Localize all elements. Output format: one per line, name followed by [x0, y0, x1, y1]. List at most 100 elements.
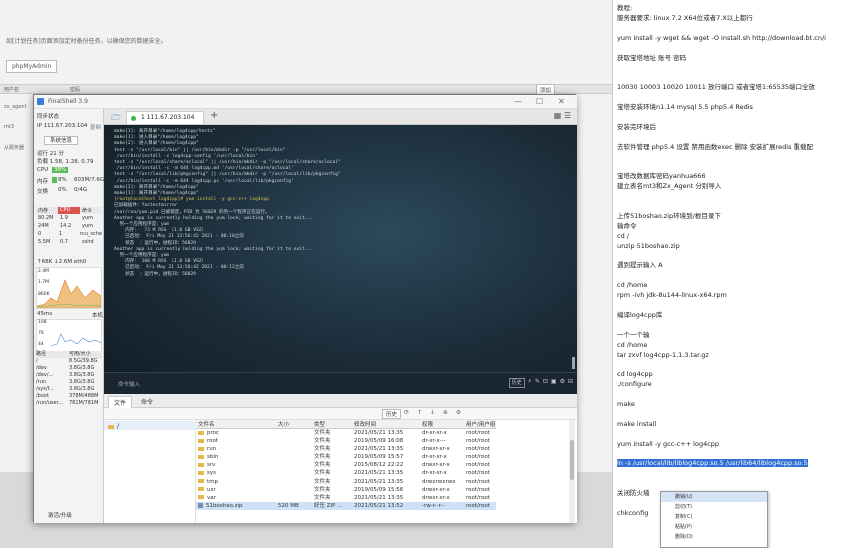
upgrade-link[interactable]: 激活/升级 [48, 511, 72, 519]
terminal-scrollbar[interactable] [572, 357, 575, 369]
terminal[interactable]: 命令输入 历史 ⚡ ✎ ⊡ ▣ ⚙ ⊟ make[1]: 离开目录"/home/… [104, 125, 577, 394]
note-line[interactable]: 遇到提示输入 A [617, 261, 663, 269]
file-row[interactable]: usr 文件夹 2019/05/09 15:56 drwxr-xr-x root/roo… [196, 486, 496, 494]
note-line[interactable]: 10030 10003 10020 10011 放行端口 或者宝塔1:65535… [617, 83, 815, 91]
col-size[interactable]: 大小 [276, 420, 312, 429]
note-line[interactable]: 宝塔改数据库密码yanhua666 [617, 172, 706, 180]
note-line[interactable]: chkconfig [617, 509, 648, 517]
file-row[interactable]: var 文件夹 2021/05/21 13:35 drwxr-xr-x root/roo… [196, 494, 496, 502]
file-row[interactable]: 51boshao.zip 520 MB 好压 ZIP ... 2021/05/21 1… [196, 501, 496, 510]
file-row[interactable]: sbin 文件夹 2019/05/09 15:57 dr-xr-xr-x root/ro… [196, 453, 496, 461]
menu-item-cut[interactable]: 剪切(T) [661, 502, 767, 512]
note-line[interactable]: 上传51boshao.zip环境到/根目录下 [617, 212, 721, 220]
minimize-icon[interactable]: — [514, 97, 522, 106]
note-line[interactable]: cd /home [617, 341, 647, 349]
system-info-button[interactable]: 系统信息 [44, 136, 78, 145]
tools-icon[interactable]: ✎ [535, 378, 540, 388]
flash-icon[interactable]: ⚡ [528, 378, 532, 388]
note-line[interactable]: 关闭防火墙 [617, 489, 650, 497]
col-perm[interactable]: 权限 [420, 420, 464, 429]
server-ip: IP 111.67.203.104 [37, 123, 88, 129]
copy-button[interactable]: 复制 [90, 123, 101, 131]
proc-col-cmd[interactable]: 命令 [80, 207, 102, 214]
file-cell: 文件夹 [314, 494, 331, 501]
note-line[interactable]: cd log4cpp [617, 370, 653, 378]
file-scroll-thumb[interactable] [570, 440, 574, 480]
folder-icon [198, 479, 204, 484]
file-cell [276, 477, 312, 485]
note-line[interactable]: 获取宝塔地址 账号 密码 [617, 54, 686, 62]
col-owner[interactable]: 用户/用户组 [464, 420, 496, 429]
note-line[interactable]: tar zxvf log4cpp-1.1.3.tar.gz [617, 351, 709, 359]
file-cell: 文件夹 [314, 486, 331, 493]
menu-item-delete[interactable]: 删除(D) [661, 532, 767, 542]
disk-table: 路径 可用/大小 /8.5G/39.8G /dev 3.8G/3.8G /dev/.… [36, 351, 102, 407]
file-toolbar-icons[interactable]: ⟳ ↑ ↓ ⊕ ⚙ [404, 409, 464, 416]
menu-item-copy[interactable]: 复制(C) [661, 512, 767, 522]
menu-item-undo[interactable]: 撤销(U) [661, 492, 767, 502]
file-cell: 2019/05/09 16:08 [354, 438, 404, 445]
add-tab-icon[interactable]: + [210, 110, 218, 121]
note-line[interactable]: 宝塔安装环境n1.14 mysql 5.5 php5.4 Redis [617, 103, 753, 111]
note-line[interactable]: cd / [617, 232, 629, 240]
file-list: 文件名 大小 类型 修改时间 权限 用户/用户组 proc 文件夹 2021/05/… [196, 420, 577, 523]
tab-files[interactable]: 文件 [108, 396, 133, 408]
menu-item-paste[interactable]: 粘贴(P) [661, 522, 767, 532]
maximize-icon[interactable]: ☐ [536, 97, 543, 106]
file-row[interactable]: sys 文件夹 2021/05/21 13:35 dr-xr-xr-x root/roo… [196, 469, 496, 477]
file-scrollbar[interactable] [569, 420, 575, 523]
file-cell: dr-xr-xr-x [422, 454, 447, 461]
tab-commands[interactable]: 命令 [136, 396, 158, 407]
note-line[interactable]: make install [617, 420, 656, 428]
swap-percent: 0% [58, 187, 67, 193]
history-button[interactable]: 历史 [508, 378, 525, 388]
screenshot-icon[interactable]: ▣ [551, 378, 557, 388]
tree-item-root[interactable]: / [108, 423, 119, 430]
selected-note-line[interactable]: ln -s /usr/local/lib/liblog4cpp.so.5 /us… [617, 459, 808, 468]
note-line[interactable]: unzip 51boshao.zip [617, 242, 680, 250]
file-cell: 文件夹 [314, 454, 331, 461]
collapse-icon[interactable]: ⊟ [568, 378, 573, 388]
note-line[interactable]: 教程: [617, 4, 632, 12]
col-modified[interactable]: 修改时间 [352, 420, 420, 429]
file-row[interactable]: srv 文件夹 2015/08/12 22:22 drwxr-xr-x root/roo… [196, 461, 496, 469]
note-line[interactable]: 建立表名mt3和Zx_Agent 分别导入 [617, 182, 721, 190]
settings-icon[interactable]: ⚙ [560, 378, 565, 388]
note-line[interactable]: make [617, 400, 635, 408]
disk-row: /dev/... 3.8G/3.8G [36, 372, 95, 378]
note-line[interactable]: 服务器要求: linux 7.2 X64位或者7.X以上都行 [617, 14, 753, 22]
note-line[interactable]: cd /home [617, 281, 647, 289]
note-line[interactable]: yum install -y gcc-c++ log4cpp [617, 440, 719, 448]
folder-icon [108, 424, 114, 429]
file-row[interactable]: run 文件夹 2021/05/21 13:35 drwxr-xr-x root/roo… [196, 445, 496, 453]
mem-percent: 8% [58, 177, 67, 183]
note-line[interactable]: 一个一个输 [617, 331, 650, 339]
note-line[interactable]: rpm -ivh jdk-8u144-linux-x64.rpm [617, 291, 727, 299]
file-cell: 2021/05/21 13:35 [354, 494, 404, 501]
close-icon[interactable]: ✕ [558, 97, 565, 106]
file-row[interactable]: tmp 文件夹 2021/05/21 13:35 drwxrwxrwx root/roo… [196, 477, 496, 485]
proc-col-cpu[interactable]: CPU [58, 207, 80, 214]
command-input[interactable]: 命令输入 [118, 380, 140, 388]
note-line[interactable]: 去软件管理 php5.4 设置 禁用函数exec 删除 安装扩展redis 重载… [617, 143, 813, 151]
folder-icon[interactable]: 🗁 [111, 112, 121, 126]
file-row[interactable]: root 文件夹 2019/05/09 16:08 dr-xr-x--- root/ro… [196, 437, 496, 445]
note-line[interactable]: yum install -y wget && wget -O install.s… [617, 34, 826, 42]
col-filename[interactable]: 文件名 [196, 420, 276, 429]
note-line[interactable]: 编译log4cpp库 [617, 311, 662, 319]
notes-editor[interactable]: 教程: 服务器要求: linux 7.2 X64位或者7.X以上都行 yum ins… [612, 0, 865, 548]
file-row[interactable]: proc 文件夹 2021/05/21 13:35 dr-xr-xr-x root/ro… [196, 429, 496, 438]
terminal-line: Another app is currently holding the yum… [114, 246, 314, 252]
file-history-button[interactable]: 历史 [382, 409, 402, 419]
proc-col-mem[interactable]: 内存 [36, 207, 58, 214]
disk-row: /8.5G/39.8G [36, 358, 98, 364]
tab-session[interactable]: 1 111.67.203.104 [126, 111, 204, 124]
phpmyadmin-button[interactable]: phpMyAdmin [6, 60, 58, 73]
note-line[interactable]: 安装完环境后 [617, 123, 656, 131]
note-line[interactable]: ./configure [617, 380, 652, 388]
note-line[interactable]: 输命令 [617, 222, 637, 230]
lock-icon[interactable]: ⊡ [543, 378, 548, 388]
col-type[interactable]: 类型 [312, 420, 352, 429]
layout-grid-icon[interactable]: ▦ ☰ [554, 111, 571, 120]
session-label: 1 111.67.203.104 [141, 114, 195, 121]
